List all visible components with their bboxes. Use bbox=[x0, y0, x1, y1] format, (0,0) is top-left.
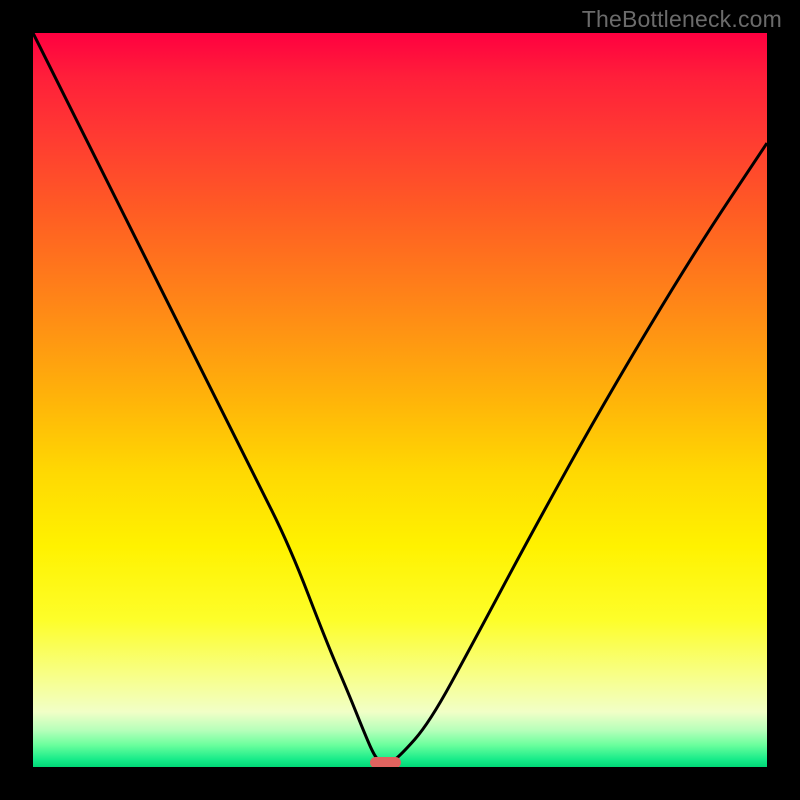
bottleneck-curve bbox=[33, 33, 767, 767]
watermark-text: TheBottleneck.com bbox=[582, 6, 782, 33]
chart-frame: TheBottleneck.com bbox=[0, 0, 800, 800]
optimum-marker bbox=[370, 757, 401, 767]
plot-area bbox=[33, 33, 767, 767]
bottleneck-curve-path bbox=[33, 33, 767, 763]
